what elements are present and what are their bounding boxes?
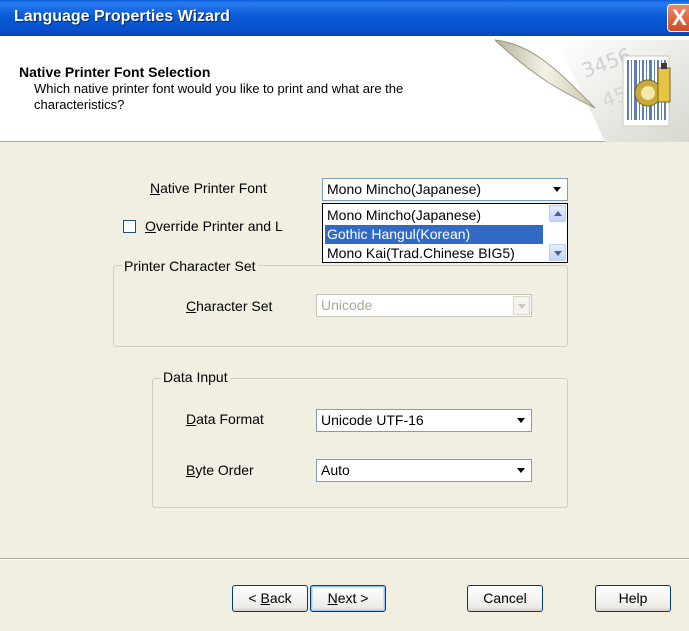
data-format-combo[interactable]: Unicode UTF-16 xyxy=(316,409,532,432)
chevron-down-icon[interactable] xyxy=(513,296,530,315)
window-title: Language Properties Wizard xyxy=(14,8,230,25)
title-bar: Language Properties Wizard X xyxy=(0,0,689,36)
byte-order-label: Byte Order xyxy=(186,462,254,478)
override-checkbox[interactable] xyxy=(123,220,136,233)
dropdown-scrollbar[interactable] xyxy=(548,204,567,262)
native-font-label: Native Printer Font xyxy=(150,180,267,196)
native-font-combo[interactable]: Mono Mincho(Japanese) xyxy=(322,178,568,201)
close-icon: X xyxy=(672,5,687,30)
scroll-down-button[interactable] xyxy=(549,244,566,261)
wizard-banner-icon: 3456 456 xyxy=(495,39,689,142)
byte-order-value: Auto xyxy=(321,462,350,478)
charset-label: Character Set xyxy=(186,298,273,314)
page-subtitle: Which native printer font would you like… xyxy=(34,81,404,112)
data-input-group: Data Input xyxy=(152,369,568,508)
close-button[interactable]: X xyxy=(667,4,689,32)
list-item[interactable]: Gothic Hangul(Korean) xyxy=(325,225,543,244)
override-label: Override Printer and L xyxy=(145,218,283,234)
help-button[interactable]: Help xyxy=(595,585,671,612)
wizard-header: Native Printer Font Selection Which nati… xyxy=(0,36,689,142)
scroll-up-button[interactable] xyxy=(549,205,566,222)
back-button[interactable]: < Back xyxy=(232,585,308,612)
chevron-down-icon[interactable] xyxy=(549,180,566,199)
native-font-value: Mono Mincho(Japanese) xyxy=(327,181,482,197)
data-format-label: Data Format xyxy=(186,411,264,427)
list-item[interactable]: Mono Kai(Trad.Chinese BIG5) xyxy=(325,244,543,262)
data-input-legend: Data Input xyxy=(161,369,230,385)
chevron-down-icon[interactable] xyxy=(513,461,530,480)
chevron-down-icon[interactable] xyxy=(513,411,530,430)
native-font-dropdown-list[interactable]: Mono Mincho(Japanese) Gothic Hangul(Kore… xyxy=(322,203,568,263)
byte-order-combo[interactable]: Auto xyxy=(316,459,532,482)
button-separator xyxy=(0,558,689,560)
chevron-down-icon xyxy=(554,251,562,256)
cancel-button[interactable]: Cancel xyxy=(467,585,543,612)
data-format-value: Unicode UTF-16 xyxy=(321,412,424,428)
next-button[interactable]: Next > xyxy=(310,585,386,612)
page-title: Native Printer Font Selection xyxy=(19,64,211,80)
list-item[interactable]: Mono Mincho(Japanese) xyxy=(325,206,543,225)
chevron-up-icon xyxy=(554,211,562,216)
charset-combo[interactable]: Unicode xyxy=(316,294,532,317)
printer-charset-legend: Printer Character Set xyxy=(122,258,258,274)
charset-value: Unicode xyxy=(321,297,373,313)
